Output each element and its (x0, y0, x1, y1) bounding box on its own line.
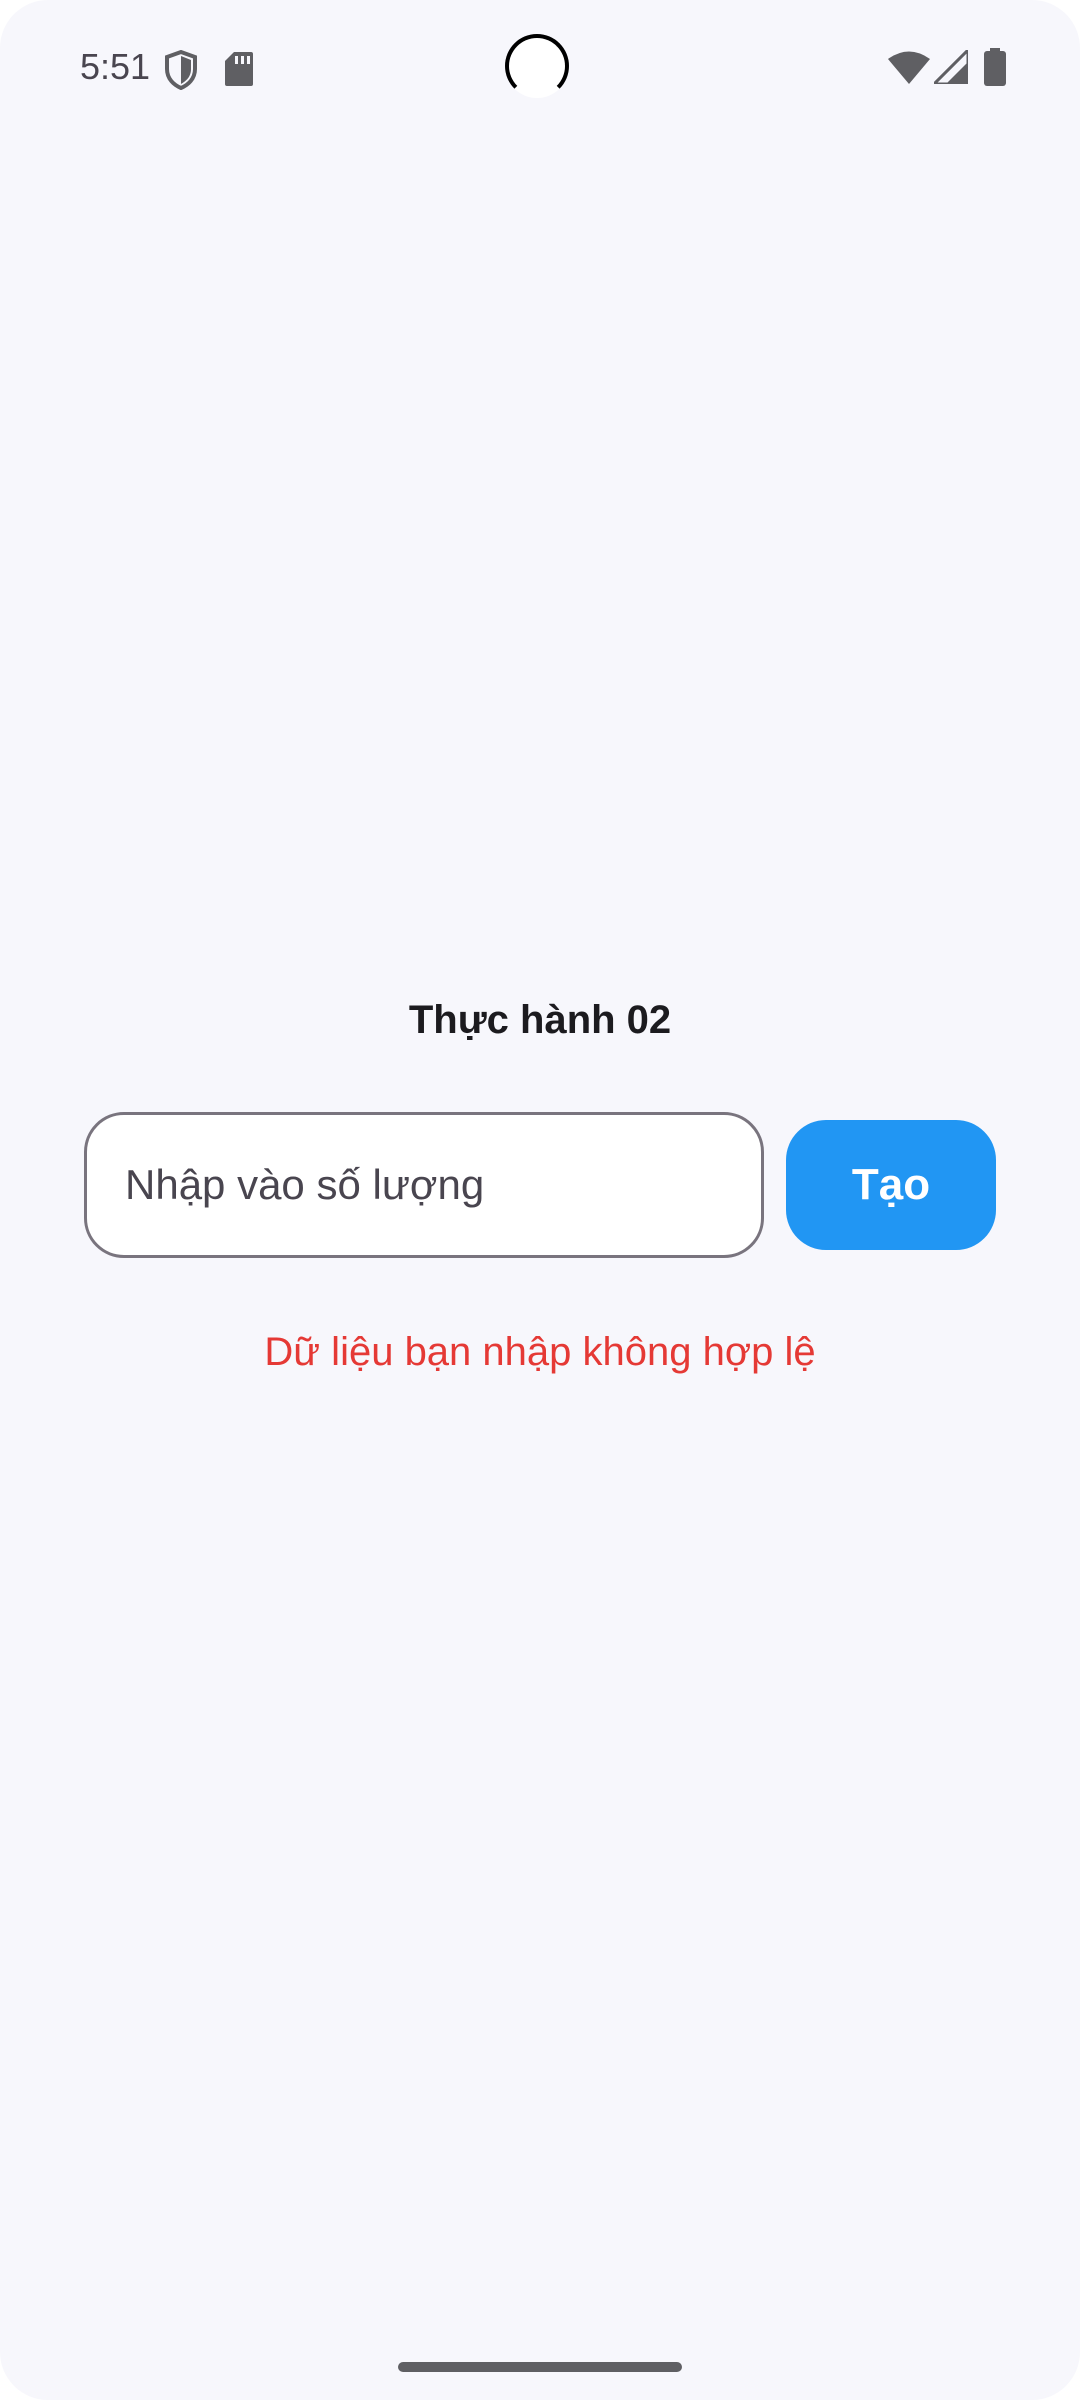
create-button[interactable]: Tạo (786, 1120, 996, 1250)
error-message: Dữ liệu bạn nhập không hợp lệ (264, 1330, 816, 1374)
battery-icon (984, 48, 1006, 86)
home-indicator[interactable] (398, 2362, 682, 2372)
status-time: 5:51 (80, 46, 151, 87)
page-title: Thực hành 02 (408, 998, 672, 1042)
wifi-icon (888, 51, 930, 84)
app-screen: 5:51 Thực hành 02 Tạo Dữ liệu bạn nhập k… (0, 0, 1080, 2400)
sd-card-icon (225, 52, 253, 86)
camera-cutout (505, 34, 569, 98)
quantity-input[interactable] (84, 1112, 764, 1258)
signal-icon (934, 50, 968, 84)
shield-icon (165, 50, 197, 90)
status-bar: 5:51 (0, 0, 1080, 136)
